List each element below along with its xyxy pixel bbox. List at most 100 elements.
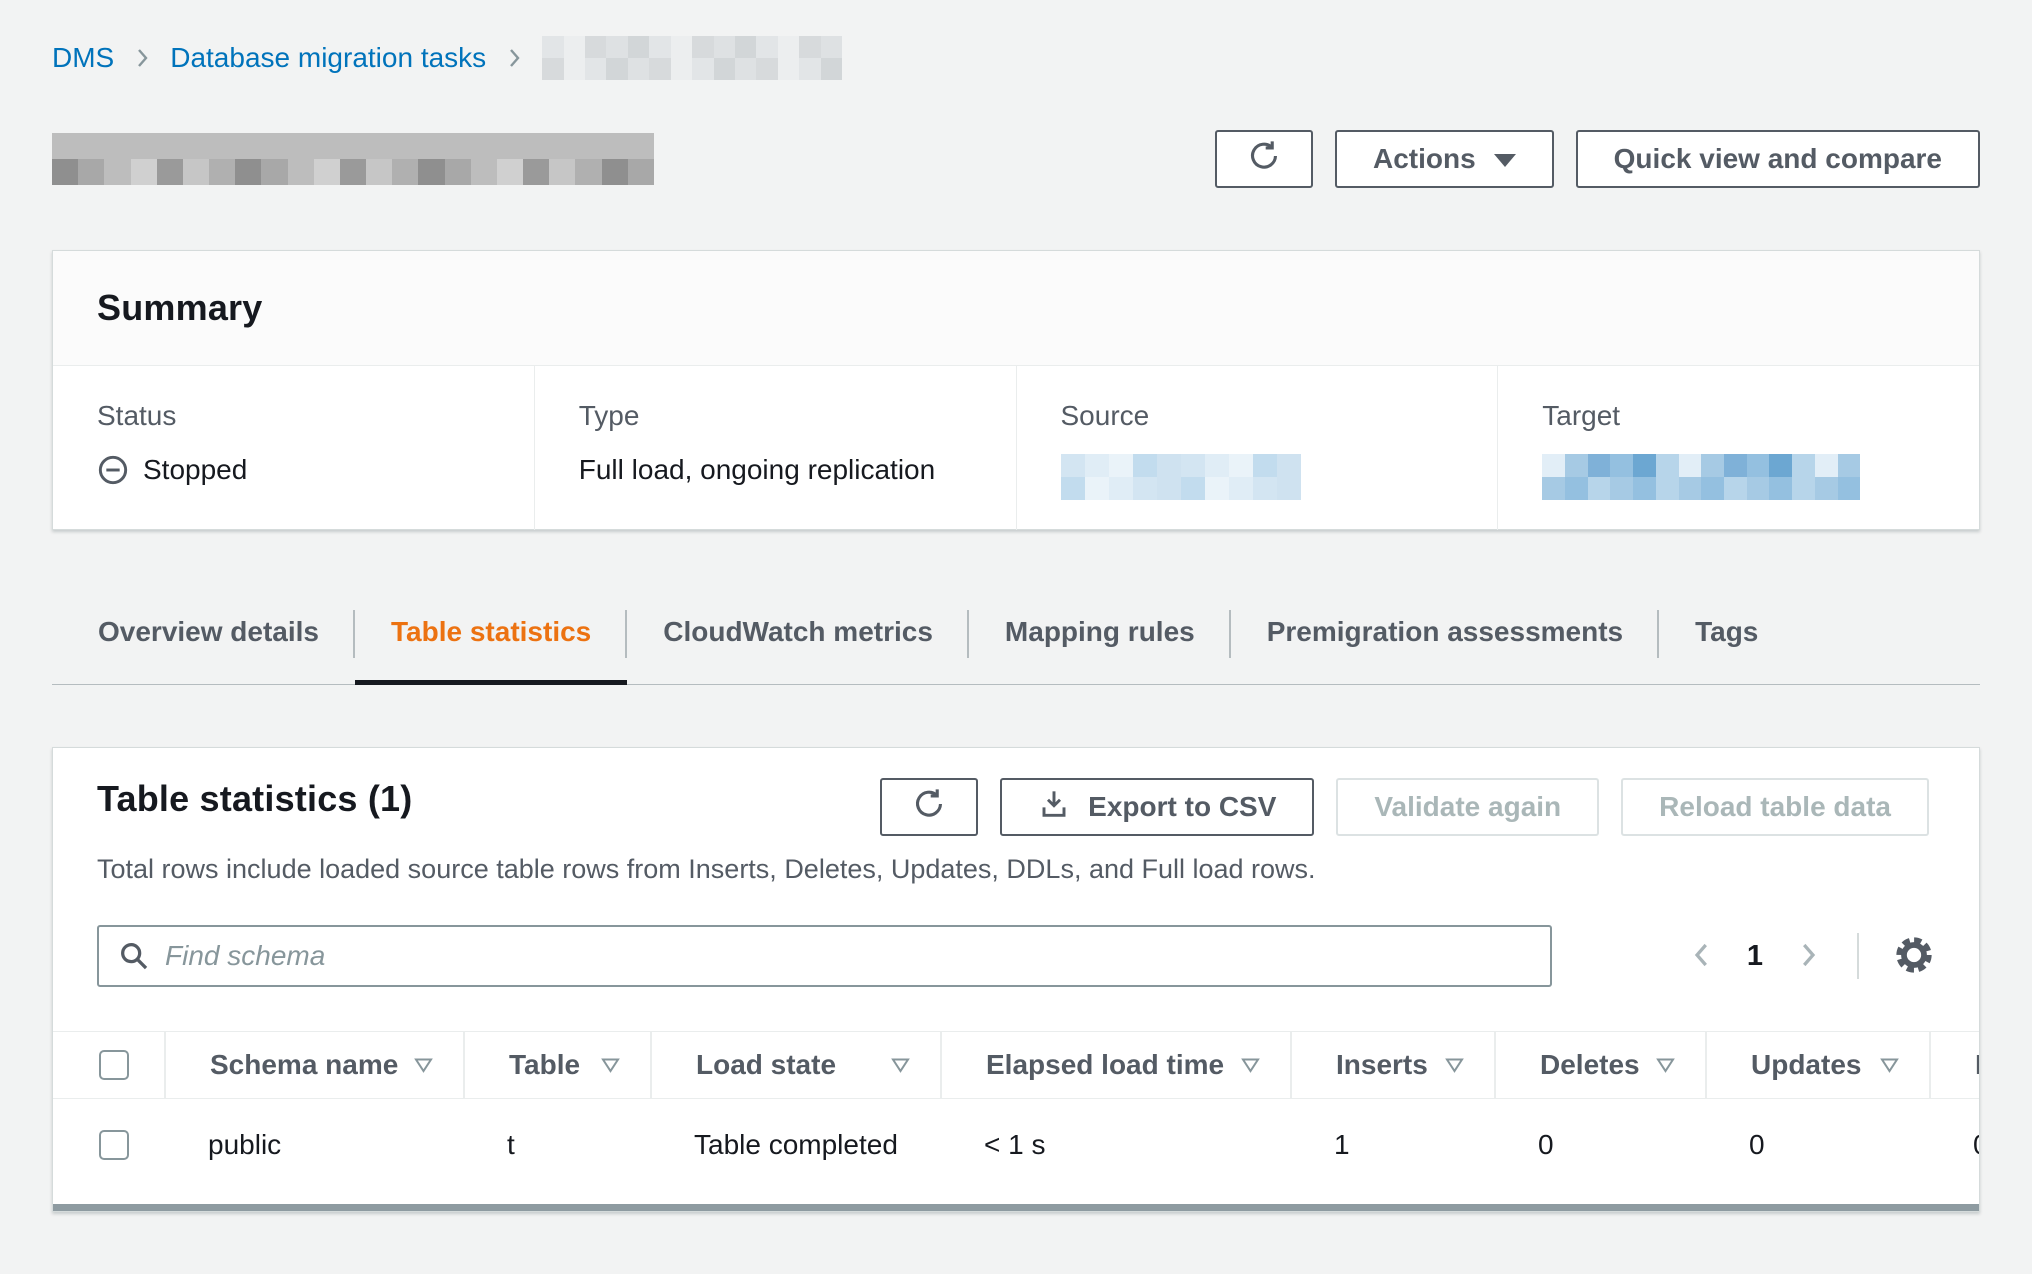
refresh-icon xyxy=(1247,139,1281,180)
chevron-right-icon xyxy=(1793,940,1823,973)
summary-label-type: Type xyxy=(579,400,996,432)
select-all-header-cell xyxy=(53,1032,164,1098)
tab-overview-details[interactable]: Overview details xyxy=(52,596,355,684)
previous-page-button[interactable] xyxy=(1687,940,1717,973)
row-checkbox[interactable] xyxy=(99,1130,129,1160)
task-detail-tabs: Overview detailsTable statisticsCloudWat… xyxy=(52,596,1980,685)
summary-value-text: Full load, ongoing replication xyxy=(579,454,935,486)
table-refresh-button[interactable] xyxy=(880,778,978,836)
breadcrumb-link-dms[interactable]: DMS xyxy=(52,42,114,74)
quick-view-label: Quick view and compare xyxy=(1614,143,1942,175)
tab-mapping-rules[interactable]: Mapping rules xyxy=(969,596,1231,684)
column-label: Updates xyxy=(1751,1049,1861,1081)
tab-cloudwatch-metrics[interactable]: CloudWatch metrics xyxy=(627,596,969,684)
title-bar: Actions Quick view and compare xyxy=(52,130,1980,188)
refresh-button[interactable] xyxy=(1215,130,1313,188)
summary-value-text: Stopped xyxy=(143,454,247,486)
column-label: Schema name xyxy=(210,1049,398,1081)
pagination: 1 xyxy=(1687,933,1935,979)
schema-search xyxy=(97,925,1552,987)
cell-ddls: 0 xyxy=(1929,1129,1980,1161)
current-page-number[interactable]: 1 xyxy=(1747,940,1763,973)
download-icon xyxy=(1038,788,1070,827)
table-toolbar: 1 xyxy=(53,925,1979,987)
header-actions: Actions Quick view and compare xyxy=(1215,130,1980,188)
gear-icon xyxy=(1893,934,1935,979)
refresh-icon xyxy=(912,787,946,828)
table-statistics-table: Schema name Table Load state Elapsed load t… xyxy=(53,1031,1979,1191)
sort-icon xyxy=(414,1058,433,1073)
find-schema-input[interactable] xyxy=(97,925,1552,987)
column-header-ddls[interactable]: DDLs xyxy=(1929,1032,1980,1098)
tab-tags[interactable]: Tags xyxy=(1659,596,1794,684)
summary-value-type: Full load, ongoing replication xyxy=(579,454,996,486)
breadcrumb-redacted-task-name xyxy=(542,36,842,80)
quick-view-and-compare-button[interactable]: Quick view and compare xyxy=(1576,130,1980,188)
table-statistics-actions: Export to CSV Validate again Reload tabl… xyxy=(880,778,1929,836)
sort-icon xyxy=(1880,1058,1899,1073)
chevron-left-icon xyxy=(1687,940,1717,973)
summary-field-source: Source xyxy=(1016,366,1498,530)
summary-field-status: Status Stopped xyxy=(53,366,534,530)
table-body: publictTable completed< 1 s1000 xyxy=(53,1099,1979,1191)
sort-icon xyxy=(1445,1058,1464,1073)
redacted-target-value xyxy=(1542,454,1860,500)
table-statistics-header: Table statistics (1) Export to CSV Valid… xyxy=(53,748,1979,836)
summary-card: Summary Status Stopped Type Full load, ongo… xyxy=(52,250,1980,530)
column-header-elapsed-load-time[interactable]: Elapsed load time xyxy=(940,1032,1290,1098)
summary-title: Summary xyxy=(97,287,262,329)
column-header-table[interactable]: Table xyxy=(463,1032,650,1098)
chevron-right-icon xyxy=(130,46,154,70)
column-label: Load state xyxy=(696,1049,836,1081)
select-all-checkbox[interactable] xyxy=(99,1050,129,1080)
column-header-inserts[interactable]: Inserts xyxy=(1290,1032,1494,1098)
pagination-divider xyxy=(1857,933,1859,979)
cell-schema-name: public xyxy=(164,1129,463,1161)
cell-table: t xyxy=(463,1129,650,1161)
table-preferences-button[interactable] xyxy=(1893,934,1935,979)
table-statistics-description: Total rows include loaded source table r… xyxy=(53,854,1979,885)
row-select-cell xyxy=(53,1130,164,1160)
column-header-updates[interactable]: Updates xyxy=(1705,1032,1929,1098)
column-header-load-state[interactable]: Load state xyxy=(650,1032,940,1098)
cell-load-state: Table completed xyxy=(650,1129,940,1161)
sort-icon xyxy=(601,1058,620,1073)
column-header-schema-name[interactable]: Schema name xyxy=(164,1032,463,1098)
tab-premigration-assessments[interactable]: Premigration assessments xyxy=(1231,596,1659,684)
dms-task-page: DMS Database migration tasks Actions Qui… xyxy=(0,0,2032,1212)
export-to-csv-label: Export to CSV xyxy=(1088,791,1276,823)
export-to-csv-button[interactable]: Export to CSV xyxy=(1000,778,1314,836)
horizontal-scrollbar[interactable] xyxy=(53,1204,1979,1211)
redacted-source-value xyxy=(1061,454,1301,500)
column-label: Table xyxy=(509,1049,580,1081)
actions-button-label: Actions xyxy=(1373,143,1476,175)
breadcrumb-link-tasks[interactable]: Database migration tasks xyxy=(170,42,486,74)
summary-value-source xyxy=(1061,454,1478,500)
sort-icon xyxy=(891,1058,910,1073)
column-label: Deletes xyxy=(1540,1049,1640,1081)
sort-icon xyxy=(1656,1058,1675,1073)
chevron-right-icon xyxy=(502,46,526,70)
caret-down-icon xyxy=(1494,154,1516,167)
breadcrumb: DMS Database migration tasks xyxy=(52,36,1980,80)
cell-elapsed-load-time: < 1 s xyxy=(940,1129,1290,1161)
reload-table-data-label: Reload table data xyxy=(1659,791,1891,823)
table-statistics-title: Table statistics (1) xyxy=(97,778,412,820)
column-header-deletes[interactable]: Deletes xyxy=(1494,1032,1705,1098)
tab-table-statistics[interactable]: Table statistics xyxy=(355,596,627,684)
cell-updates: 0 xyxy=(1705,1129,1929,1161)
next-page-button[interactable] xyxy=(1793,940,1823,973)
summary-value-target xyxy=(1542,454,1959,500)
summary-label-status: Status xyxy=(97,400,514,432)
validate-again-label: Validate again xyxy=(1374,791,1561,823)
actions-button[interactable]: Actions xyxy=(1335,130,1554,188)
reload-table-data-button[interactable]: Reload table data xyxy=(1621,778,1929,836)
summary-field-type: Type Full load, ongoing replication xyxy=(534,366,1016,530)
sort-icon xyxy=(1241,1058,1260,1073)
column-label: DDLs xyxy=(1975,1049,1980,1081)
cell-deletes: 0 xyxy=(1494,1129,1705,1161)
summary-card-header: Summary xyxy=(53,251,1979,366)
validate-again-button[interactable]: Validate again xyxy=(1336,778,1599,836)
summary-label-source: Source xyxy=(1061,400,1478,432)
table-header-row: Schema name Table Load state Elapsed load t… xyxy=(53,1032,1979,1099)
